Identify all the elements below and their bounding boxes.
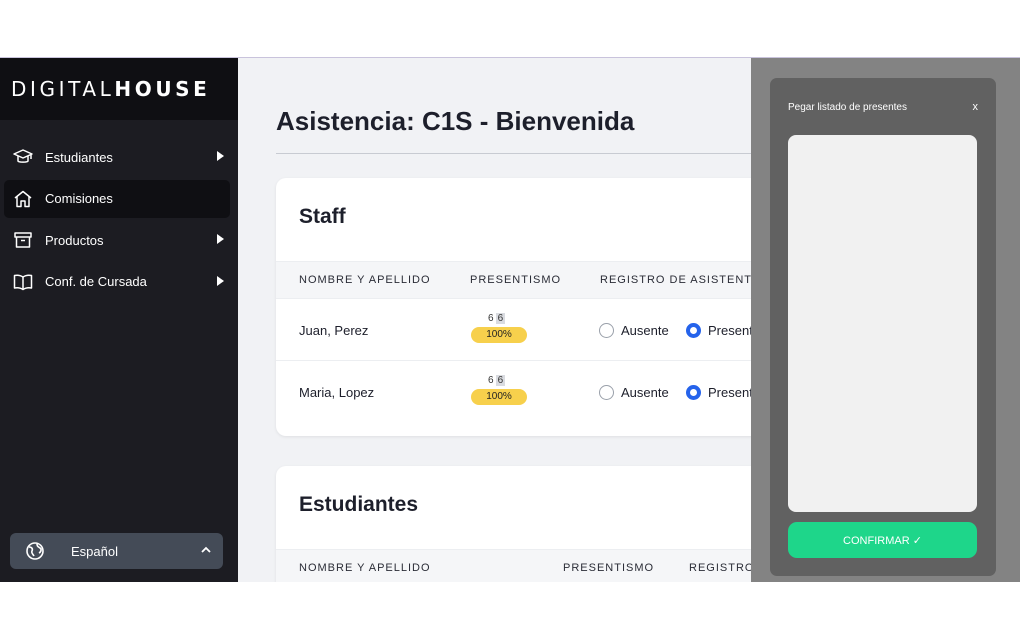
title-divider bbox=[276, 153, 751, 154]
total-count: 6 bbox=[495, 375, 506, 386]
confirm-button[interactable]: CONFIRMAR ✓ bbox=[788, 522, 977, 558]
globe-icon bbox=[26, 542, 44, 560]
sidebar-item-label: Comisiones bbox=[45, 191, 113, 206]
sidebar-item-estudiantes[interactable]: Estudiantes bbox=[4, 138, 230, 176]
sidebar: DIGITAL HOUSE Estudiantes Comisiones Pro… bbox=[0, 58, 238, 582]
present-radio[interactable]: Presente bbox=[686, 385, 751, 400]
sidebar-item-label: Productos bbox=[45, 232, 104, 248]
radio-circle-unselected[interactable] bbox=[599, 385, 614, 400]
attendance-count: 66 bbox=[488, 375, 506, 386]
present-radio[interactable]: Presente bbox=[686, 323, 751, 338]
students-title: Estudiantes bbox=[299, 493, 419, 516]
table-row: Juan, Perez 66 100% Ausente Presente bbox=[276, 299, 751, 361]
book-open-icon bbox=[12, 271, 34, 293]
graduation-cap-icon bbox=[12, 146, 34, 168]
sidebar-item-label: Estudiantes bbox=[45, 149, 113, 165]
main-content: Asistencia: C1S - Bienvenida Staff NOMBR… bbox=[238, 58, 751, 582]
staff-title: Staff bbox=[299, 205, 346, 228]
attended-count: 6 bbox=[488, 375, 494, 386]
column-header-attendance: PRESENTISMO bbox=[563, 562, 655, 574]
person-name: Maria, Lopez bbox=[299, 385, 375, 400]
submenu-arrow-icon bbox=[217, 275, 224, 286]
radio-circle-selected[interactable] bbox=[686, 323, 701, 338]
language-selector[interactable]: Español bbox=[10, 533, 223, 569]
radio-circle-selected[interactable] bbox=[686, 385, 701, 400]
person-name: Juan, Perez bbox=[299, 323, 369, 338]
home-icon bbox=[12, 188, 34, 210]
dialog-title: Pegar listado de presentes bbox=[788, 102, 907, 113]
table-row: Maria, Lopez 66 100% Ausente Presente bbox=[276, 361, 751, 423]
archive-box-icon bbox=[12, 229, 34, 251]
app-window: DIGITAL HOUSE Estudiantes Comisiones Pro… bbox=[0, 57, 1020, 582]
column-header-register: REGISTRO DE ASISTENTES bbox=[600, 274, 751, 286]
side-panel-overlay: Pegar listado de presentes x CONFIRMAR ✓ bbox=[751, 58, 1020, 582]
sidebar-item-comisiones[interactable]: Comisiones bbox=[4, 179, 230, 218]
attendance-list-textarea[interactable] bbox=[788, 135, 977, 512]
radio-circle-unselected[interactable] bbox=[599, 323, 614, 338]
present-label: Presente bbox=[708, 385, 751, 400]
students-table-header: NOMBRE Y APELLIDO PRESENTISMO REGISTRO bbox=[276, 549, 751, 582]
absent-radio[interactable]: Ausente bbox=[599, 323, 669, 338]
attendance-percent-badge: 100% bbox=[471, 327, 527, 343]
staff-card: Staff NOMBRE Y APELLIDO PRESENTISMO REGI… bbox=[276, 178, 751, 436]
column-header-register: REGISTRO bbox=[689, 562, 751, 574]
submenu-arrow-icon bbox=[217, 151, 224, 161]
submenu-arrow-icon bbox=[217, 234, 224, 244]
total-count: 6 bbox=[495, 313, 506, 324]
logo-text-bold: HOUSE bbox=[114, 77, 211, 101]
column-header-name: NOMBRE Y APELLIDO bbox=[299, 274, 431, 286]
sidebar-item-productos[interactable]: Productos bbox=[4, 221, 230, 259]
column-header-name: NOMBRE Y APELLIDO bbox=[299, 562, 431, 574]
present-label: Presente bbox=[708, 323, 751, 338]
attendance-percent-badge: 100% bbox=[471, 389, 527, 405]
attendance-indicator: 66 100% bbox=[471, 375, 527, 409]
logo-text-light: DIGITAL bbox=[11, 77, 115, 101]
sidebar-nav: Estudiantes Comisiones Productos Conf. d… bbox=[0, 120, 238, 301]
absent-label: Ausente bbox=[621, 385, 669, 400]
attended-count: 6 bbox=[488, 313, 494, 324]
paste-attendance-dialog: Pegar listado de presentes x CONFIRMAR ✓ bbox=[770, 78, 996, 576]
sidebar-item-label: Conf. de Cursada bbox=[45, 274, 147, 289]
attendance-indicator: 66 100% bbox=[471, 313, 527, 347]
page-title: Asistencia: C1S - Bienvenida bbox=[276, 106, 635, 136]
sidebar-item-conf-de-cursada[interactable]: Conf. de Cursada bbox=[4, 263, 230, 301]
brand-logo[interactable]: DIGITAL HOUSE bbox=[0, 58, 238, 120]
students-card: Estudiantes NOMBRE Y APELLIDO PRESENTISM… bbox=[276, 466, 751, 582]
staff-table-header: NOMBRE Y APELLIDO PRESENTISMO REGISTRO D… bbox=[276, 261, 751, 299]
absent-radio[interactable]: Ausente bbox=[599, 385, 669, 400]
column-header-attendance: PRESENTISMO bbox=[470, 274, 562, 286]
language-label: Español bbox=[71, 543, 118, 559]
absent-label: Ausente bbox=[621, 323, 669, 338]
close-button[interactable]: x bbox=[973, 101, 979, 113]
chevron-up-icon bbox=[201, 546, 211, 553]
attendance-count: 66 bbox=[488, 313, 506, 324]
